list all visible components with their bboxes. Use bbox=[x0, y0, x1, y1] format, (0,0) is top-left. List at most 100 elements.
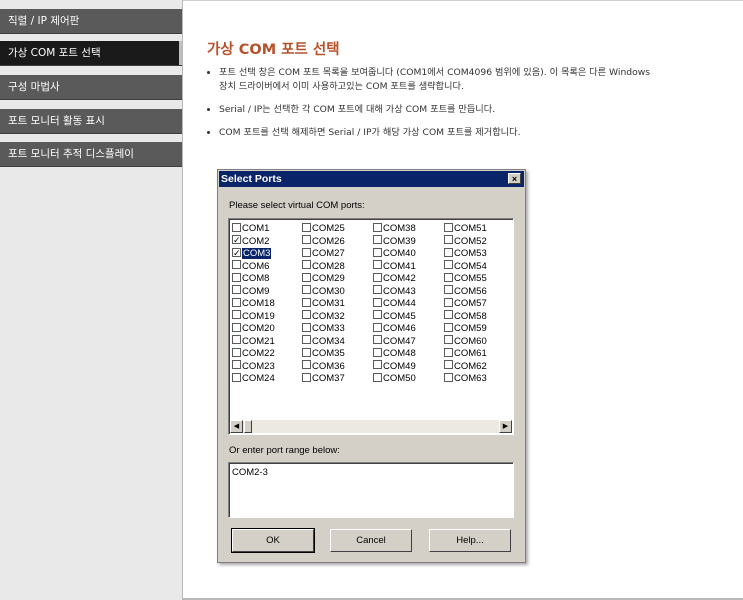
checkbox-icon[interactable] bbox=[232, 372, 241, 382]
checkbox-icon[interactable] bbox=[232, 347, 241, 357]
checkbox-icon[interactable] bbox=[444, 222, 453, 232]
checkbox-icon[interactable] bbox=[444, 310, 453, 320]
port-checkbox-com53[interactable]: COM53 bbox=[444, 247, 487, 260]
dialog-title-bar[interactable]: Select Ports × bbox=[219, 171, 524, 187]
ok-button[interactable]: OK bbox=[231, 528, 315, 553]
checkbox-icon[interactable] bbox=[302, 335, 311, 345]
checkbox-icon[interactable] bbox=[373, 335, 382, 345]
port-range-input[interactable]: COM2-3 bbox=[228, 462, 514, 518]
checkbox-icon[interactable] bbox=[444, 272, 453, 282]
checkbox-icon[interactable] bbox=[302, 222, 311, 232]
port-checkbox-com46[interactable]: COM46 bbox=[373, 322, 416, 335]
horizontal-scrollbar[interactable]: ◀ ▶ bbox=[230, 420, 512, 433]
checkbox-icon[interactable] bbox=[232, 335, 241, 345]
port-checkbox-com3[interactable]: ✓ COM3 bbox=[232, 247, 272, 260]
port-checkbox-com57[interactable]: COM57 bbox=[444, 297, 487, 310]
checkbox-icon[interactable] bbox=[444, 335, 453, 345]
checkbox-icon[interactable] bbox=[444, 347, 453, 357]
port-checkbox-com2[interactable]: ✓COM2 bbox=[232, 235, 269, 248]
checkbox-icon[interactable] bbox=[232, 322, 241, 332]
checkbox-icon[interactable] bbox=[232, 297, 241, 307]
port-checkbox-com61[interactable]: COM61 bbox=[444, 347, 487, 360]
port-checkbox-com22[interactable]: COM22 bbox=[232, 347, 275, 360]
checkbox-icon[interactable] bbox=[444, 260, 453, 270]
port-checkbox-com9[interactable]: COM9 bbox=[232, 285, 269, 298]
checkbox-icon[interactable] bbox=[373, 247, 382, 257]
checkbox-icon[interactable] bbox=[373, 372, 382, 382]
scrollbar-thumb[interactable] bbox=[244, 420, 252, 433]
checkbox-icon[interactable] bbox=[232, 310, 241, 320]
port-checkbox-com48[interactable]: COM48 bbox=[373, 347, 416, 360]
port-checkbox-com34[interactable]: COM34 bbox=[302, 335, 345, 348]
port-checkbox-com38[interactable]: COM38 bbox=[373, 222, 416, 235]
checkbox-icon[interactable] bbox=[302, 235, 311, 245]
cancel-button[interactable]: Cancel bbox=[330, 529, 412, 552]
checkbox-icon[interactable] bbox=[232, 260, 241, 270]
checkbox-icon[interactable] bbox=[302, 260, 311, 270]
checkbox-icon[interactable] bbox=[302, 322, 311, 332]
sidebar-item-serial-ip-control-panel[interactable]: 직렬 / IP 제어판 bbox=[0, 9, 182, 34]
scroll-left-icon[interactable]: ◀ bbox=[230, 420, 243, 433]
checkbox-icon[interactable] bbox=[302, 247, 311, 257]
port-checkbox-com30[interactable]: COM30 bbox=[302, 285, 345, 298]
port-checkbox-com26[interactable]: COM26 bbox=[302, 235, 345, 248]
port-checkbox-com41[interactable]: COM41 bbox=[373, 260, 416, 273]
checkbox-icon[interactable] bbox=[302, 310, 311, 320]
port-checkbox-com51[interactable]: COM51 bbox=[444, 222, 487, 235]
port-checkbox-com36[interactable]: COM36 bbox=[302, 360, 345, 373]
checkbox-icon[interactable] bbox=[232, 222, 241, 232]
checkbox-icon[interactable] bbox=[373, 297, 382, 307]
checkbox-icon[interactable]: ✓ bbox=[232, 247, 241, 257]
checkbox-icon[interactable] bbox=[444, 372, 453, 382]
port-checkbox-com25[interactable]: COM25 bbox=[302, 222, 345, 235]
checkbox-icon[interactable] bbox=[302, 360, 311, 370]
port-checkbox-com60[interactable]: COM60 bbox=[444, 335, 487, 348]
port-checkbox-com27[interactable]: COM27 bbox=[302, 247, 345, 260]
port-checkbox-com54[interactable]: COM54 bbox=[444, 260, 487, 273]
port-checkbox-com8[interactable]: COM8 bbox=[232, 272, 269, 285]
port-checkbox-com43[interactable]: COM43 bbox=[373, 285, 416, 298]
checkbox-icon[interactable] bbox=[373, 272, 382, 282]
close-icon[interactable]: × bbox=[508, 173, 521, 184]
port-checkbox-com33[interactable]: COM33 bbox=[302, 322, 345, 335]
checkbox-icon[interactable] bbox=[444, 247, 453, 257]
checkbox-icon[interactable] bbox=[444, 235, 453, 245]
port-checkbox-com59[interactable]: COM59 bbox=[444, 322, 487, 335]
checkbox-icon[interactable] bbox=[373, 322, 382, 332]
sidebar-item-config-wizard[interactable]: 구성 마법사 bbox=[0, 75, 182, 100]
checkbox-icon[interactable] bbox=[444, 297, 453, 307]
scroll-right-icon[interactable]: ▶ bbox=[499, 420, 512, 433]
checkbox-icon[interactable] bbox=[232, 272, 241, 282]
port-checkbox-com1[interactable]: COM1 bbox=[232, 222, 269, 235]
sidebar-item-port-monitor-trace[interactable]: 포트 모니터 추적 디스플레이 bbox=[0, 142, 182, 167]
port-list[interactable]: ◀ ▶ COM1 ✓COM2 ✓ COM3 COM6 COM8 COM9 COM18 COM19… bbox=[228, 218, 514, 435]
checkbox-icon[interactable]: ✓ bbox=[232, 235, 241, 245]
checkbox-icon[interactable] bbox=[444, 360, 453, 370]
checkbox-icon[interactable] bbox=[373, 310, 382, 320]
checkbox-icon[interactable] bbox=[302, 372, 311, 382]
port-checkbox-com62[interactable]: COM62 bbox=[444, 360, 487, 373]
port-checkbox-com49[interactable]: COM49 bbox=[373, 360, 416, 373]
sidebar-item-port-monitor-activity[interactable]: 포트 모니터 활동 표시 bbox=[0, 109, 182, 134]
port-checkbox-com28[interactable]: COM28 bbox=[302, 260, 345, 273]
checkbox-icon[interactable] bbox=[373, 222, 382, 232]
port-checkbox-com23[interactable]: COM23 bbox=[232, 360, 275, 373]
port-checkbox-com58[interactable]: COM58 bbox=[444, 310, 487, 323]
port-checkbox-com37[interactable]: COM37 bbox=[302, 372, 345, 385]
port-checkbox-com52[interactable]: COM52 bbox=[444, 235, 487, 248]
port-checkbox-com21[interactable]: COM21 bbox=[232, 335, 275, 348]
sidebar-item-select-virtual-com[interactable]: 가상 COM 포트 선택 bbox=[0, 41, 182, 66]
checkbox-icon[interactable] bbox=[373, 260, 382, 270]
port-checkbox-com44[interactable]: COM44 bbox=[373, 297, 416, 310]
checkbox-icon[interactable] bbox=[373, 347, 382, 357]
port-checkbox-com20[interactable]: COM20 bbox=[232, 322, 275, 335]
port-checkbox-com18[interactable]: COM18 bbox=[232, 297, 275, 310]
port-checkbox-com19[interactable]: COM19 bbox=[232, 310, 275, 323]
checkbox-icon[interactable] bbox=[232, 360, 241, 370]
port-checkbox-com35[interactable]: COM35 bbox=[302, 347, 345, 360]
checkbox-icon[interactable] bbox=[302, 285, 311, 295]
port-checkbox-com56[interactable]: COM56 bbox=[444, 285, 487, 298]
port-checkbox-com29[interactable]: COM29 bbox=[302, 272, 345, 285]
port-checkbox-com40[interactable]: COM40 bbox=[373, 247, 416, 260]
checkbox-icon[interactable] bbox=[373, 360, 382, 370]
